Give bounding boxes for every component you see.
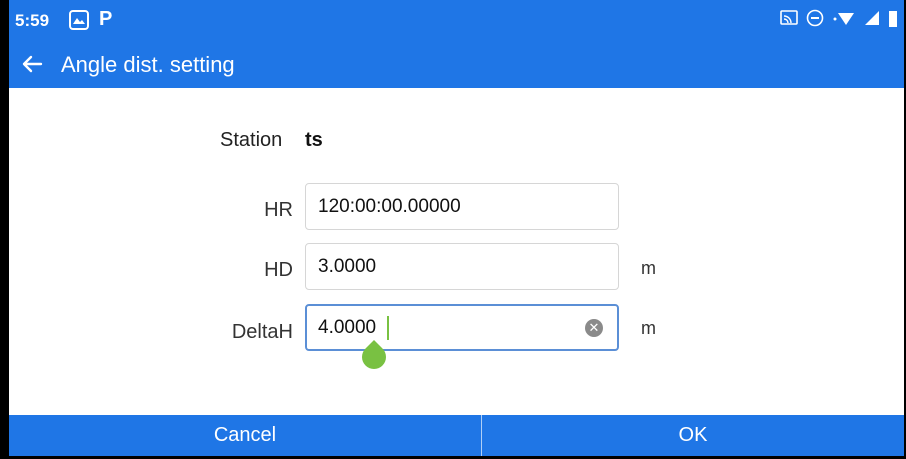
hd-unit: m bbox=[641, 258, 656, 278]
hd-input-value: 3.0000 bbox=[318, 256, 377, 277]
gallery-icon bbox=[69, 10, 89, 30]
cancel-button[interactable]: Cancel bbox=[9, 415, 481, 456]
settings-form: Station ts HR 120:00:00.00000 HD 3.0000 … bbox=[9, 88, 904, 415]
app-bar: Angle dist. setting bbox=[9, 40, 904, 88]
ok-button[interactable]: OK bbox=[482, 415, 904, 456]
arrow-left-icon[interactable] bbox=[19, 51, 45, 77]
screen-frame-left bbox=[0, 0, 9, 459]
wifi-icon bbox=[832, 9, 856, 32]
hd-input[interactable]: 3.0000 bbox=[305, 243, 619, 290]
do-not-disturb-icon bbox=[806, 9, 824, 32]
parking-app-icon: P bbox=[99, 8, 113, 30]
clear-icon[interactable]: ✕ bbox=[585, 319, 603, 337]
deltah-label: DeltaH bbox=[231, 321, 293, 343]
station-value: ts bbox=[305, 129, 323, 151]
deltah-input-value: 4.0000 bbox=[318, 317, 377, 338]
hr-input[interactable]: 120:00:00.00000 bbox=[305, 183, 619, 230]
page-title: Angle dist. setting bbox=[61, 52, 235, 77]
status-bar: 5:59 P bbox=[9, 0, 904, 40]
action-bar: Cancel OK bbox=[9, 415, 904, 456]
text-cursor bbox=[387, 316, 389, 340]
deltah-input[interactable]: 4.0000 ✕ bbox=[305, 304, 619, 351]
signal-icon bbox=[864, 10, 880, 31]
status-time: 5:59 bbox=[15, 11, 50, 30]
battery-icon bbox=[888, 9, 898, 32]
status-icons bbox=[780, 9, 898, 32]
station-label: Station bbox=[220, 129, 283, 151]
hr-input-value: 120:00:00.00000 bbox=[318, 196, 461, 217]
cast-icon bbox=[780, 10, 798, 31]
hr-label: HR bbox=[264, 199, 293, 221]
hd-label: HD bbox=[264, 259, 293, 281]
deltah-unit: m bbox=[641, 318, 656, 338]
